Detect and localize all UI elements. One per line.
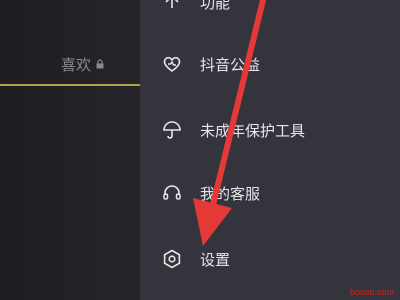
left-panel: 喜欢 xyxy=(0,0,140,300)
lock-icon xyxy=(96,59,104,69)
headset-icon xyxy=(160,181,184,205)
feature-icon xyxy=(160,0,184,14)
menu-item-label: 设置 xyxy=(200,250,231,269)
menu-item-customer-service[interactable]: 我的客服 xyxy=(160,177,380,209)
gear-hexagon-icon xyxy=(160,247,184,271)
umbrella-icon xyxy=(160,118,184,142)
menu-item-minor-protection[interactable]: 未成年保护工具 xyxy=(160,114,380,146)
tab-active-underline xyxy=(0,84,140,86)
tab-likes-label: 喜欢 xyxy=(60,55,91,74)
tab-likes[interactable]: 喜欢 xyxy=(0,44,140,84)
menu-item-label: 我的客服 xyxy=(200,184,261,203)
heart-hands-icon xyxy=(160,52,184,76)
menu-item-label: 抖音公益 xyxy=(200,55,261,74)
menu-item-settings[interactable]: 设置 xyxy=(160,243,380,275)
menu-item-charity[interactable]: 抖音公益 xyxy=(160,48,380,80)
watermark: booso.com xyxy=(349,287,394,297)
menu-item-label: 功能 xyxy=(200,0,231,12)
menu-item-label: 未成年保护工具 xyxy=(200,121,306,140)
menu-item-features[interactable]: 功能 xyxy=(160,0,380,18)
